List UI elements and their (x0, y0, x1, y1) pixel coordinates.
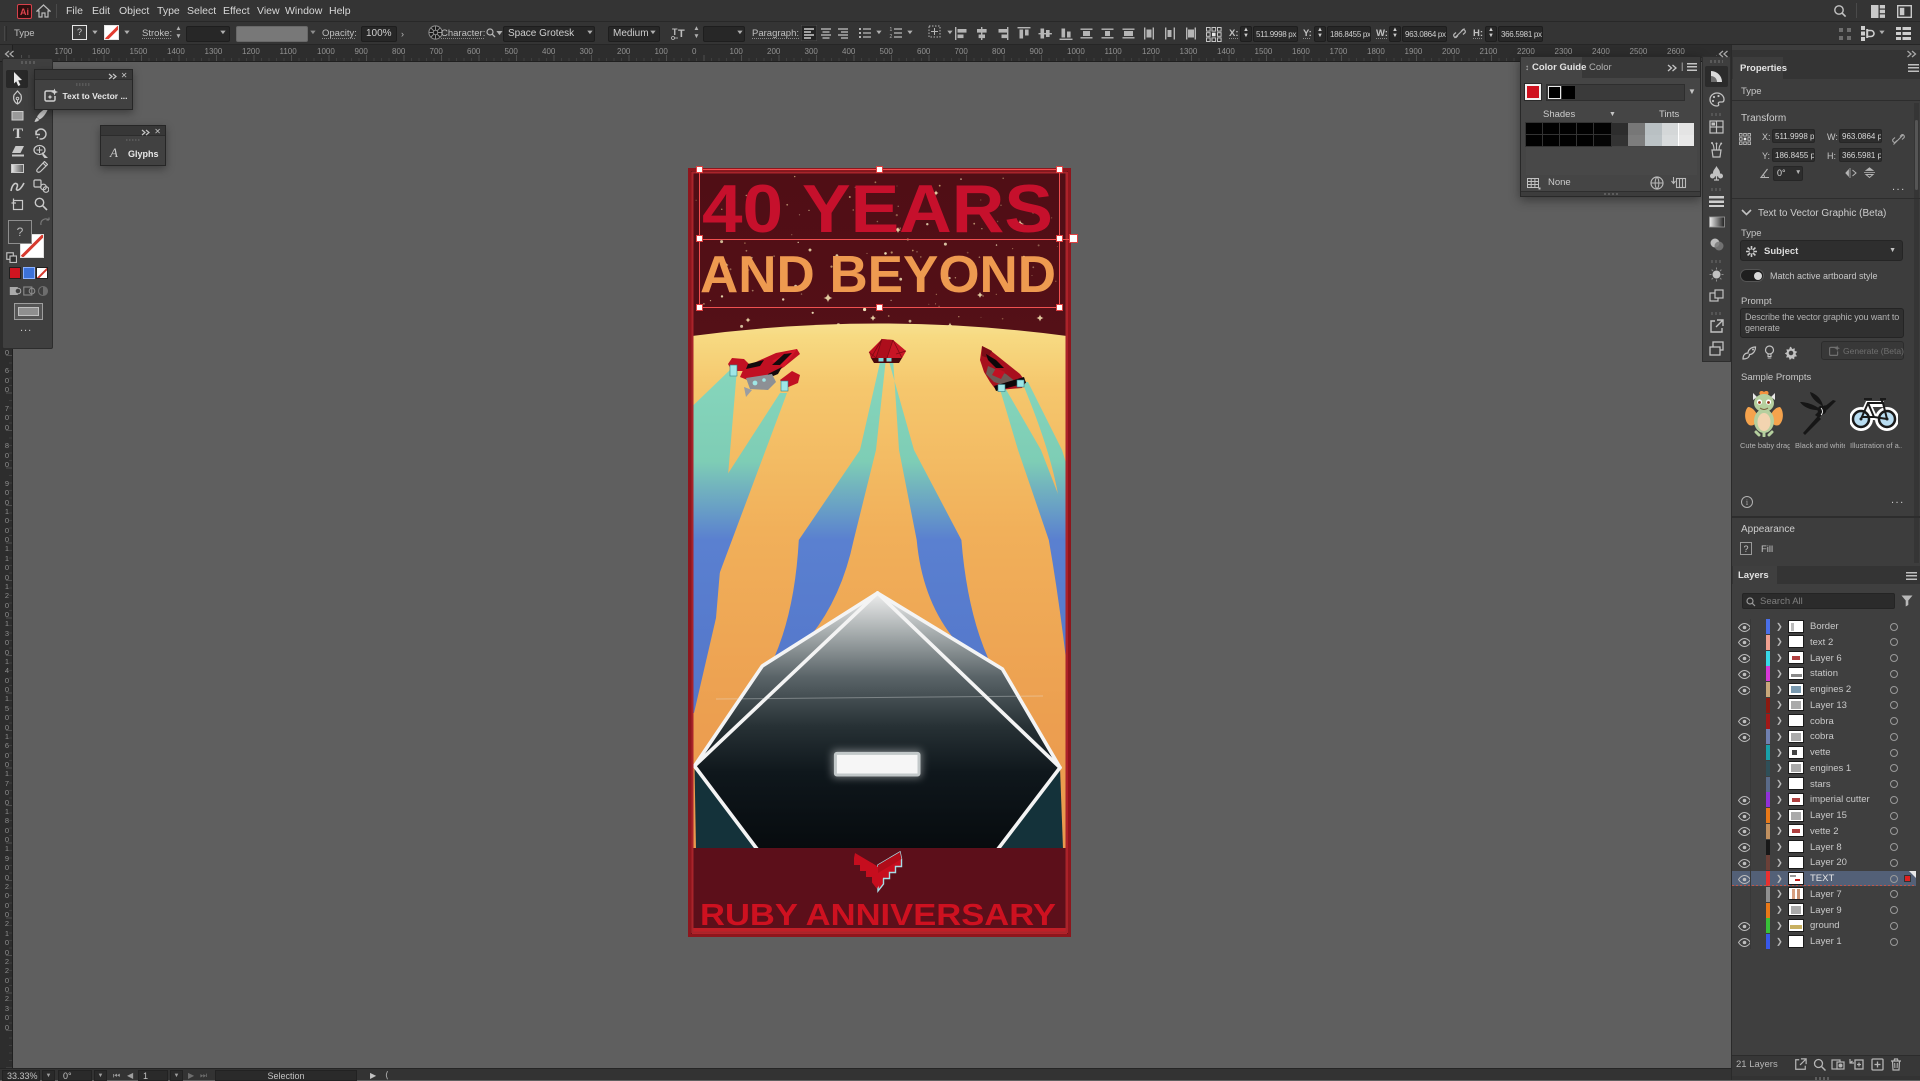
svg-text:AND BEYOND: AND BEYOND (700, 245, 1056, 303)
svg-text:RUBY ANNIVERSARY: RUBY ANNIVERSARY (700, 898, 1056, 932)
svg-text:2: 2 (890, 34, 893, 39)
svg-text:T: T (678, 28, 685, 40)
svg-text:40 YEARS: 40 YEARS (702, 171, 1053, 247)
svg-text:1: 1 (890, 27, 893, 33)
